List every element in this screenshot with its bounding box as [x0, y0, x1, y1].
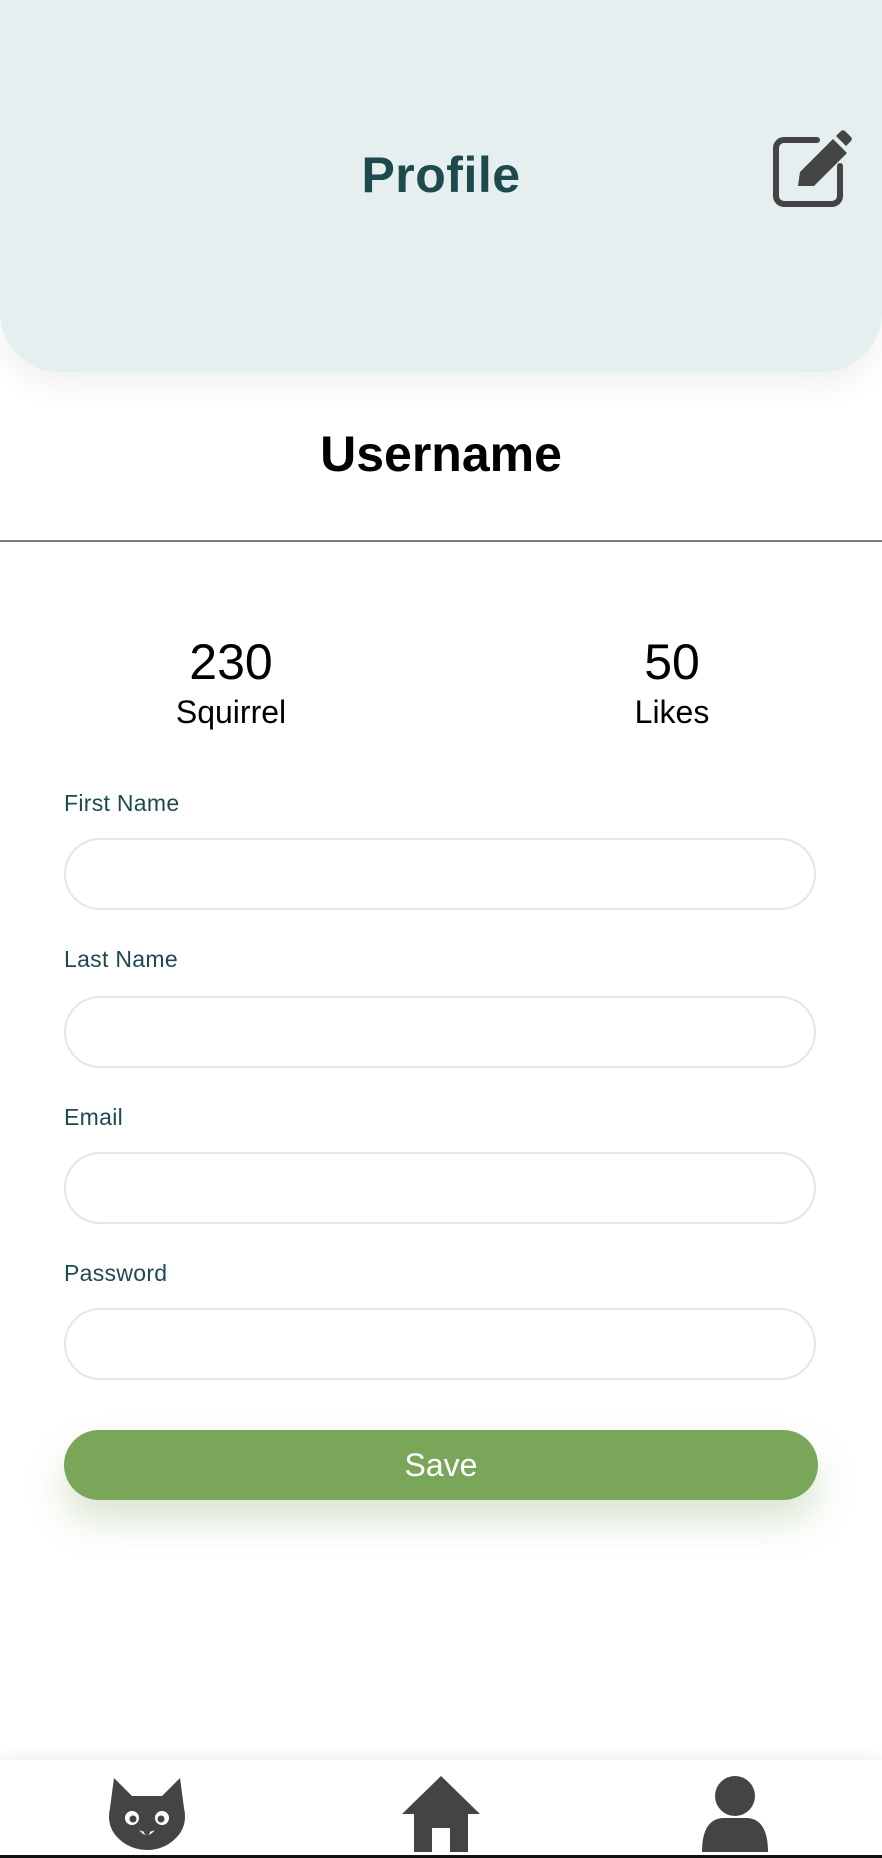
email-label: Email	[64, 1104, 124, 1130]
username: Username	[320, 426, 562, 482]
profile-header: Profile	[0, 0, 882, 372]
last-name-field[interactable]	[64, 996, 816, 1068]
stat-value: 230	[189, 634, 273, 690]
stat-value: 50	[644, 634, 700, 690]
email-field[interactable]	[64, 1152, 816, 1224]
first-name-label: First Name	[64, 790, 180, 816]
divider	[0, 540, 882, 542]
stat-squirrel: 230 Squirrel	[111, 632, 351, 732]
edit-square-icon	[773, 130, 852, 207]
last-name-label: Last Name	[64, 946, 178, 972]
profile-screen: Profile Username 230 Squirrel 50 Likes F…	[0, 0, 882, 1858]
stat-label: Likes	[634, 694, 710, 730]
nav-squirrel-button[interactable]	[106, 1774, 188, 1854]
edit-profile-button[interactable]	[770, 128, 852, 210]
password-field[interactable]	[64, 1308, 816, 1380]
user-icon	[702, 1776, 768, 1852]
squirrel-icon	[109, 1778, 185, 1850]
save-button[interactable]: Save	[64, 1430, 818, 1500]
stat-likes: 50 Likes	[552, 632, 792, 732]
bottom-nav	[0, 1760, 882, 1858]
nav-home-button[interactable]	[400, 1774, 482, 1854]
page-title: Profile	[361, 147, 521, 203]
stat-label: Squirrel	[175, 694, 287, 730]
nav-profile-button[interactable]	[694, 1774, 776, 1854]
first-name-field[interactable]	[64, 838, 816, 910]
home-icon	[402, 1776, 480, 1852]
password-label: Password	[64, 1260, 168, 1286]
